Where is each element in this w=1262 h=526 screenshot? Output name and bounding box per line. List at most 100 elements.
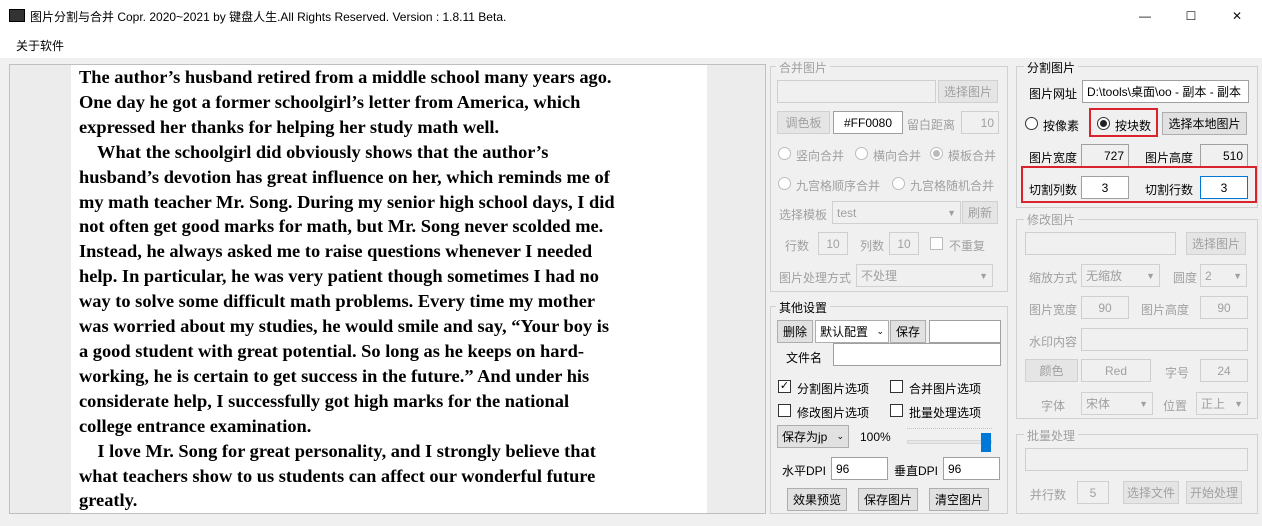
quality-slider[interactable] — [907, 440, 992, 444]
template-label: 选择模板 — [779, 208, 828, 222]
radio-horizontal[interactable] — [855, 147, 868, 160]
document-line: What the schoolgirl did obviously shows … — [79, 141, 549, 162]
clear-images-button[interactable]: 清空图片 — [929, 488, 989, 511]
merge-cols-field[interactable]: 10 — [889, 232, 919, 255]
config-name-field[interactable] — [929, 320, 1001, 343]
delete-config-button[interactable]: 删除 — [777, 320, 813, 343]
split-group-title: 分割图片 — [1024, 59, 1079, 76]
save-config-button[interactable]: 保存 — [890, 320, 926, 343]
document-line: college entrance examination. — [79, 415, 312, 436]
hdpi-field[interactable]: 96 — [831, 457, 888, 480]
merge-rows-label: 行数 — [785, 239, 810, 253]
other-settings-title: 其他设置 — [776, 299, 831, 316]
save-format-select[interactable]: 保存为jp ⌄ — [777, 425, 849, 448]
chevron-down-icon: ▼ — [1139, 398, 1148, 409]
batch-option-checkbox[interactable] — [890, 404, 903, 417]
color-code-field[interactable]: #FF0080 — [833, 111, 903, 134]
scale-select[interactable]: 无缩放 ▼ — [1081, 264, 1160, 287]
modify-option-checkbox[interactable] — [778, 404, 791, 417]
modify-select-button[interactable]: 选择图片 — [1186, 232, 1246, 255]
refresh-button[interactable]: 刷新 — [962, 201, 998, 224]
margin-field[interactable]: 10 — [961, 111, 999, 134]
chevron-down-icon: ▼ — [1233, 270, 1242, 281]
merge-select-button[interactable]: 选择图片 — [938, 80, 998, 103]
radio-template[interactable] — [930, 147, 943, 160]
modify-group-title: 修改图片 — [1024, 211, 1079, 228]
radio-vertical[interactable] — [778, 147, 791, 160]
merge-rows-field[interactable]: 10 — [818, 232, 848, 255]
chevron-down-icon: ⌄ — [876, 326, 884, 336]
radio-grid-sequential[interactable] — [778, 177, 791, 190]
template-select[interactable]: test ▼ — [832, 201, 961, 224]
radio-horizontal-label: 横向合并 — [873, 149, 922, 163]
template-select-value: test — [837, 205, 857, 220]
image-preview: The author’s husband retired from a midd… — [9, 64, 766, 514]
chevron-down-icon: ▼ — [979, 270, 988, 281]
config-select-value: 默认配置 — [820, 325, 869, 339]
maximize-button[interactable]: ☐ — [1168, 0, 1214, 31]
url-field[interactable]: D:\tools\桌面\oo - 副本 - 副本 — [1082, 80, 1249, 103]
watermark-color-field[interactable]: Red — [1081, 359, 1151, 382]
no-repeat-checkbox[interactable] — [930, 237, 943, 250]
document-line: was worried about my studies, he would s… — [79, 316, 610, 337]
batch-select-button[interactable]: 选择文件 — [1123, 481, 1179, 504]
batch-path-field — [1025, 448, 1248, 471]
font-select[interactable]: 宋体 ▼ — [1081, 392, 1153, 415]
margin-label: 留白距离 — [907, 118, 956, 132]
merge-path-field — [777, 80, 936, 103]
radio-by-block[interactable] — [1097, 117, 1110, 130]
modify-width-field[interactable]: 90 — [1081, 296, 1129, 319]
batch-group-title: 批量处理 — [1024, 427, 1079, 444]
split-height-field: 510 — [1200, 144, 1248, 167]
document-line: considerate help, I successfully got hig… — [79, 390, 570, 411]
modify-height-field[interactable]: 90 — [1200, 296, 1248, 319]
save-image-button[interactable]: 保存图片 — [858, 488, 918, 511]
radio-by-pixel-label: 按像素 — [1043, 119, 1080, 133]
vdpi-label: 垂直DPI — [894, 464, 939, 478]
radio-grid-random[interactable] — [892, 177, 905, 190]
config-select[interactable]: 默认配置 ⌄ — [815, 320, 889, 343]
split-option-checkbox[interactable]: ✓ — [778, 380, 791, 393]
quality-slider-thumb[interactable] — [981, 433, 991, 452]
batch-parallel-field[interactable]: 5 — [1077, 481, 1109, 504]
window-title: 图片分割与合并 Copr. 2020~2021 by 键盘人生.All Righ… — [30, 10, 507, 24]
watermark-field[interactable] — [1081, 328, 1248, 351]
document-line: expressed her thanks for helping her stu… — [79, 116, 500, 137]
radio-grid-random-label: 九宫格随机合并 — [910, 179, 995, 193]
scale-label: 缩放方式 — [1029, 271, 1078, 285]
filename-field[interactable] — [833, 343, 1001, 366]
batch-start-button[interactable]: 开始处理 — [1186, 481, 1242, 504]
radio-by-pixel[interactable] — [1025, 117, 1038, 130]
document-line: working, he is certain to get success in… — [79, 365, 590, 386]
rounded-select[interactable]: 2 ▼ — [1200, 264, 1247, 287]
chevron-down-icon: ⌄ — [836, 431, 844, 441]
menu-about[interactable]: 关于软件 — [16, 37, 64, 54]
merge-option-label: 合并图片选项 — [909, 382, 982, 396]
document-line: husband’s devotion has great influence o… — [79, 166, 610, 187]
watermark-color-button[interactable]: 颜色 — [1025, 359, 1078, 382]
document-line: what teachers show to us students can af… — [79, 465, 596, 486]
split-height-label: 图片高度 — [1145, 151, 1194, 165]
rounded-label: 圆度 — [1173, 271, 1198, 285]
select-local-image-button[interactable]: 选择本地图片 — [1162, 112, 1247, 135]
document-line: a good student with great potential. So … — [79, 340, 584, 361]
cut-cols-label: 切割列数 — [1029, 183, 1078, 197]
position-select[interactable]: 正上 ▼ — [1196, 392, 1248, 415]
close-button[interactable]: ✕ — [1214, 0, 1260, 31]
minimize-button[interactable]: — — [1122, 0, 1168, 31]
process-select[interactable]: 不处理 ▼ — [856, 264, 993, 287]
document-line: not often get good marks for math, but M… — [79, 216, 604, 237]
merge-option-checkbox[interactable] — [890, 380, 903, 393]
vdpi-field[interactable]: 96 — [943, 457, 1000, 480]
cut-cols-field[interactable]: 3 — [1081, 176, 1129, 199]
radio-grid-sequential-label: 九宫格顺序合并 — [796, 179, 881, 193]
chevron-down-icon: ▼ — [1146, 270, 1155, 281]
palette-button[interactable]: 调色板 — [777, 111, 830, 134]
modify-width-label: 图片宽度 — [1029, 303, 1078, 317]
split-width-field: 727 — [1081, 144, 1129, 167]
fontsize-field[interactable]: 24 — [1200, 359, 1248, 382]
cut-rows-field[interactable]: 3 — [1200, 176, 1248, 199]
preview-button[interactable]: 效果预览 — [787, 488, 847, 511]
radio-by-block-label: 按块数 — [1115, 119, 1152, 133]
app-icon — [9, 9, 25, 22]
